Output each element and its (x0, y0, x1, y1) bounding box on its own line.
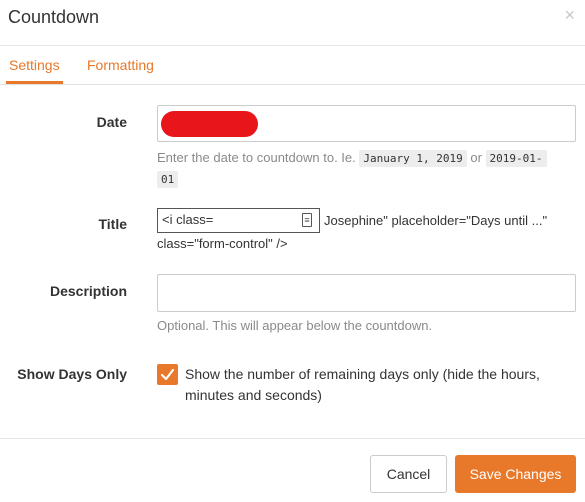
show-days-only-label: Show Days Only (17, 366, 127, 382)
date-help-or: or (470, 150, 482, 165)
date-label: Date (96, 114, 127, 130)
date-example-1: January 1, 2019 (359, 150, 467, 167)
title-raw-text-1: Josephine" placeholder="Days until ..." (324, 213, 548, 228)
date-example-2b: 01 (157, 171, 179, 188)
close-icon[interactable]: × (564, 6, 575, 24)
modal-header: Countdown × (0, 0, 585, 46)
description-help: Optional. This will appear below the cou… (157, 318, 433, 333)
tab-bar: Settings Formatting (0, 46, 585, 85)
checkmark-icon (160, 368, 175, 381)
date-help: Enter the date to countdown to. Ie. Janu… (157, 148, 577, 190)
show-days-only-text: Show the number of remaining days only (… (185, 366, 540, 403)
description-label: Description (49, 283, 127, 299)
title-label: Title (98, 216, 127, 232)
active-tab-indicator (6, 81, 63, 84)
title-raw-text-2: class="form-control" /> (157, 236, 288, 251)
contact-card-icon: ≡ (302, 213, 312, 227)
date-help-text: Enter the date to countdown to. Ie. (157, 150, 356, 165)
modal-footer: Cancel Save Changes (0, 438, 585, 502)
redaction-mark (161, 111, 258, 137)
tab-settings[interactable]: Settings (9, 57, 60, 73)
cancel-button[interactable]: Cancel (370, 455, 447, 493)
modal-title: Countdown (8, 7, 100, 27)
description-input[interactable] (157, 274, 576, 312)
date-example-2a: 2019-01- (485, 150, 547, 167)
title-input[interactable]: <i class= (157, 208, 320, 233)
show-days-only-checkbox[interactable] (157, 364, 178, 385)
countdown-modal: Countdown × Settings Formatting Date Ent… (0, 0, 585, 502)
save-changes-button[interactable]: Save Changes (455, 455, 576, 493)
tab-formatting[interactable]: Formatting (87, 57, 154, 73)
